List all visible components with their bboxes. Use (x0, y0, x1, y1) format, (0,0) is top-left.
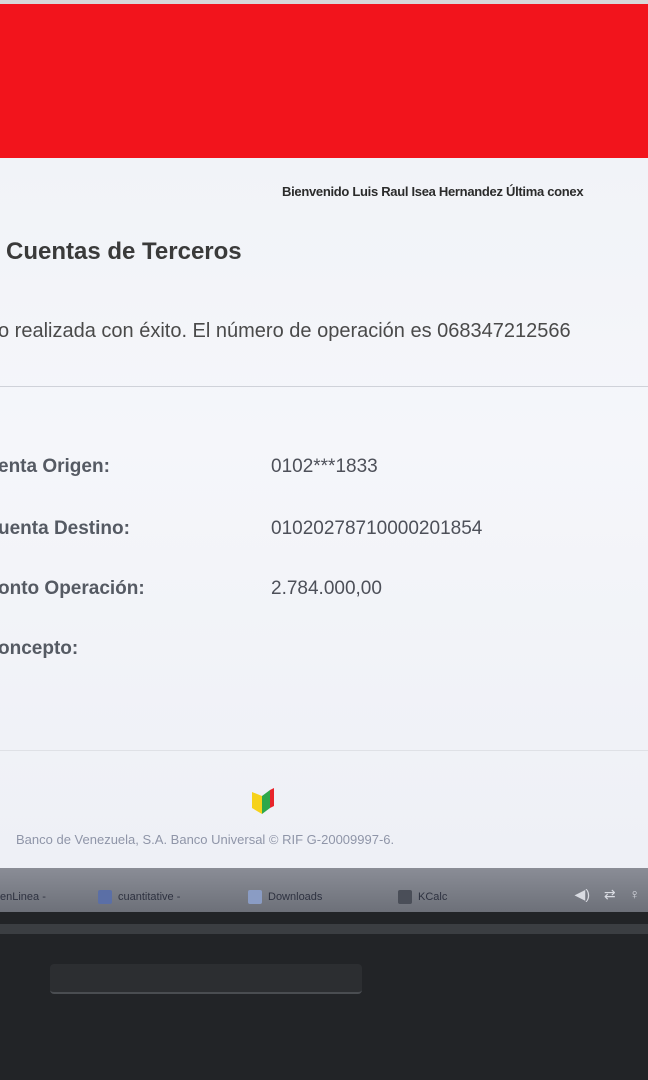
taskbar-item-label: Downloads (268, 891, 323, 903)
network-icon[interactable]: ⇄ (604, 886, 616, 902)
taskbar-item-label: cuantitative - (118, 891, 181, 903)
laptop-hinge-line (0, 924, 648, 934)
page-content: Bienvenido Luis Raul Isea Hernandez Últi… (0, 158, 648, 868)
detail-label: oncepto: (0, 638, 79, 659)
taskbar-item-kcalc[interactable]: KCalc (398, 886, 508, 908)
laptop-bezel (0, 912, 648, 1080)
detail-row-amount: onto Operación: 2.784.000,00 (0, 578, 648, 608)
detail-row-destination-account: uenta Destino: 01020278710000201854 (0, 518, 648, 548)
detail-label: uenta Destino: (0, 518, 130, 539)
taskbar: enLinea - cuantitative - Downloads KCalc… (0, 868, 648, 912)
volume-icon[interactable]: ◀) (575, 886, 590, 902)
taskbar-item-browser[interactable]: enLinea - (0, 886, 80, 908)
welcome-text: Bienvenido Luis Raul Isea Hernandez Últi… (282, 184, 584, 199)
taskbar-item-label: KCalc (418, 891, 448, 903)
folder-icon (248, 890, 262, 905)
detail-label: enta Origen: (0, 456, 110, 477)
footer-divider (0, 750, 648, 751)
clock-icon[interactable]: ♀ (630, 886, 641, 902)
laptop-hinge (50, 964, 362, 994)
detail-value: 01020278710000201854 (271, 518, 483, 539)
taskbar-item-downloads[interactable]: Downloads (248, 886, 388, 908)
detail-label: onto Operación: (0, 578, 145, 599)
bank-logo-icon (252, 788, 274, 814)
detail-value: 0102***1833 (271, 456, 378, 477)
calculator-icon (398, 890, 412, 905)
taskbar-item-label: enLinea - (0, 891, 46, 903)
folder-icon (98, 890, 112, 905)
detail-row-concept: oncepto: (0, 638, 648, 668)
page-title: Cuentas de Terceros (6, 238, 242, 265)
bank-header-bar (0, 4, 648, 162)
success-message: o realizada con éxito. El número de oper… (0, 320, 571, 342)
footer-copyright: Banco de Venezuela, S.A. Banco Universal… (16, 832, 395, 847)
taskbar-item-cuantitative[interactable]: cuantitative - (98, 886, 236, 908)
divider (0, 386, 648, 387)
detail-value: 2.784.000,00 (271, 578, 382, 599)
system-tray: ◀) ⇄ ♀ (565, 886, 640, 908)
detail-row-origin-account: enta Origen: 0102***1833 (0, 456, 648, 486)
